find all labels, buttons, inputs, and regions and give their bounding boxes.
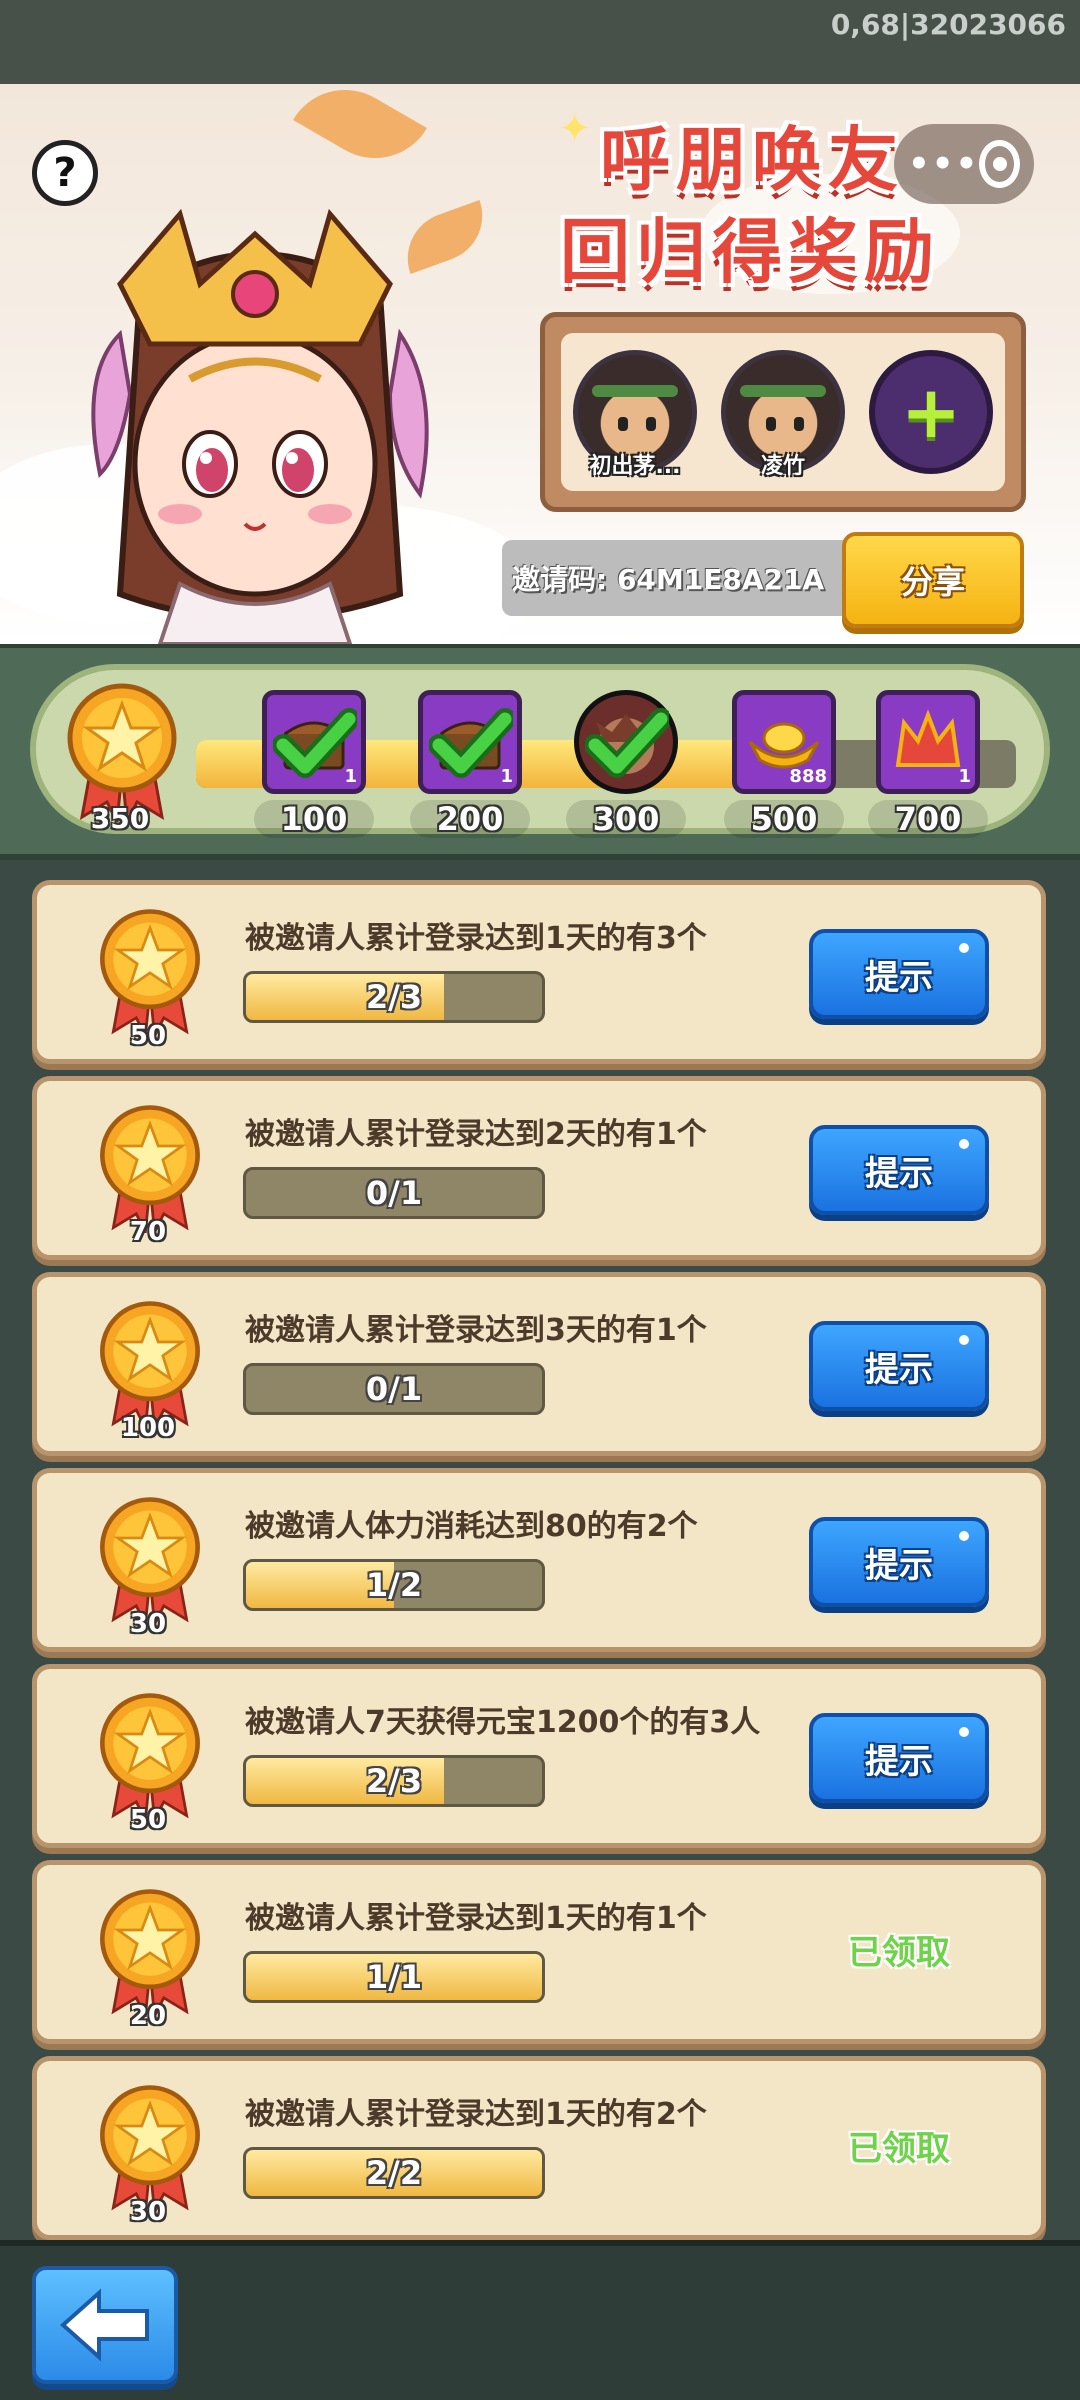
hero-portrait-icon	[574, 690, 678, 794]
hint-button[interactable]: 提示	[809, 1517, 989, 1607]
task-card: 100 被邀请人累计登录达到3天的有1个 0/1 提示	[32, 1272, 1046, 1456]
task-progress-text: 2/3	[365, 1762, 423, 1800]
friend-name: 初出茅...	[589, 454, 681, 479]
hint-button[interactable]: 提示	[809, 929, 989, 1019]
task-progress-text: 2/3	[365, 978, 423, 1016]
star-medal-icon	[95, 1299, 205, 1434]
invite-banner: ? ✦ 呼朋唤友 回归得奖励 ••• 初出茅... 凌竹 + 邀请码: 64M1…	[0, 84, 1080, 644]
mini-program-capsule[interactable]: •••	[894, 124, 1034, 204]
bottom-bar	[0, 2240, 1080, 2400]
title-line-2: 回归得奖励	[560, 211, 940, 293]
milestone-points: 500	[724, 800, 844, 838]
task-description: 被邀请人累计登录达到1天的有2个	[245, 2097, 707, 2132]
gold-ingot-icon: 888	[732, 690, 836, 794]
task-card: 20 被邀请人累计登录达到1天的有1个 1/1 已领取	[32, 1860, 1046, 2044]
reward-count: 1	[344, 766, 357, 787]
claimed-label: 已领取	[848, 1933, 950, 1973]
plus-icon: +	[900, 370, 962, 454]
heroine-portrait	[91, 208, 429, 644]
back-button[interactable]	[32, 2266, 178, 2384]
task-description: 被邀请人累计登录达到3天的有1个	[245, 1313, 707, 1348]
milestone-points: 300	[566, 800, 686, 838]
claimed-label: 已领取	[848, 2129, 950, 2169]
reward-count: 1	[500, 766, 513, 787]
friend-slot-1[interactable]: 初出茅...	[573, 350, 697, 479]
hint-button[interactable]: 提示	[809, 1125, 989, 1215]
task-progress-bar: 2/3	[243, 1755, 545, 1807]
task-reward-points: 100	[120, 1413, 176, 1443]
task-description: 被邀请人体力消耗达到80的有2个	[245, 1509, 698, 1544]
task-reward-points: 30	[129, 1609, 167, 1639]
chest-icon: 1	[418, 690, 522, 794]
milestone-points: 200	[410, 800, 530, 838]
status-bar: 0,68|32023066	[0, 0, 1080, 84]
star-medal-icon	[95, 2083, 205, 2218]
friend-name: 凌竹	[760, 454, 805, 479]
friend-slot-2[interactable]: 凌竹	[721, 350, 845, 479]
back-arrow-icon	[59, 2288, 149, 2362]
task-description: 被邀请人累计登录达到1天的有3个	[245, 921, 707, 956]
task-progress-bar: 0/1	[243, 1167, 545, 1219]
current-points: 350	[90, 802, 150, 835]
task-card: 30 被邀请人体力消耗达到80的有2个 1/2 提示	[32, 1468, 1046, 1652]
checkmark-icon	[584, 701, 672, 785]
milestone-reward-3[interactable]: 300	[566, 690, 686, 838]
hint-button[interactable]: 提示	[809, 1321, 989, 1411]
task-reward-points: 70	[129, 1217, 167, 1247]
task-progress-bar: 2/3	[243, 971, 545, 1023]
chest-icon: 1	[262, 690, 366, 794]
task-reward-points: 30	[129, 2197, 167, 2227]
star-medal-icon	[67, 683, 177, 822]
task-progress-bar: 1/2	[243, 1559, 545, 1611]
task-description: 被邀请人7天获得元宝1200个的有3人	[245, 1705, 761, 1740]
task-card: 30 被邀请人累计登录达到1天的有2个 2/2 已领取	[32, 2056, 1046, 2240]
task-progress-text: 1/2	[365, 1566, 423, 1604]
sparkle-icon: ✦	[558, 106, 592, 152]
task-progress-text: 0/1	[365, 1370, 423, 1408]
close-target-icon[interactable]	[979, 140, 1020, 188]
invited-friends-panel: 初出茅... 凌竹 +	[540, 312, 1026, 512]
invite-code: 邀请码: 64M1E8A21A	[502, 540, 882, 616]
more-options-icon[interactable]: •••	[908, 144, 979, 184]
star-medal-icon	[95, 907, 205, 1042]
star-medal-icon	[95, 1495, 205, 1630]
task-progress-bar: 1/1	[243, 1951, 545, 2003]
task-description: 被邀请人累计登录达到2天的有1个	[245, 1117, 707, 1152]
star-medal-icon	[95, 1887, 205, 2022]
milestone-reward-1[interactable]: 1 100	[254, 690, 374, 838]
milestone-reward-5[interactable]: 1 700	[868, 690, 988, 838]
milestone-reward-2[interactable]: 1 200	[410, 690, 530, 838]
reward-count: 888	[789, 766, 827, 787]
reward-count: 1	[958, 766, 971, 787]
task-reward-points: 50	[129, 1805, 167, 1835]
task-progress-bar: 0/1	[243, 1363, 545, 1415]
task-progress-text: 2/2	[365, 2154, 423, 2192]
milestone-panel: 350 1 100 1 200 300 888 500 1 700	[0, 644, 1080, 860]
task-reward-points: 20	[129, 2001, 167, 2031]
task-card: 50 被邀请人7天获得元宝1200个的有3人 2/3 提示	[32, 1664, 1046, 1848]
star-medal-icon	[95, 1103, 205, 1238]
task-reward-points: 50	[129, 1021, 167, 1051]
task-card: 50 被邀请人累计登录达到1天的有3个 2/3 提示	[32, 880, 1046, 1064]
task-progress-bar: 2/2	[243, 2147, 545, 2199]
task-progress-text: 0/1	[365, 1174, 423, 1212]
leaf-decoration	[293, 84, 427, 180]
crown-emblem-icon: 1	[876, 690, 980, 794]
task-card: 70 被邀请人累计登录达到2天的有1个 0/1 提示	[32, 1076, 1046, 1260]
milestone-reward-4[interactable]: 888 500	[724, 690, 844, 838]
hint-button[interactable]: 提示	[809, 1713, 989, 1803]
milestone-points: 700	[868, 800, 988, 838]
task-progress-text: 1/1	[365, 1958, 423, 1996]
add-friend-button[interactable]: +	[869, 350, 993, 474]
status-text: 0,68|32023066	[830, 8, 1066, 41]
task-description: 被邀请人累计登录达到1天的有1个	[245, 1901, 707, 1936]
milestone-points: 100	[254, 800, 374, 838]
share-button[interactable]: 分享	[842, 532, 1024, 628]
star-medal-icon	[95, 1691, 205, 1826]
